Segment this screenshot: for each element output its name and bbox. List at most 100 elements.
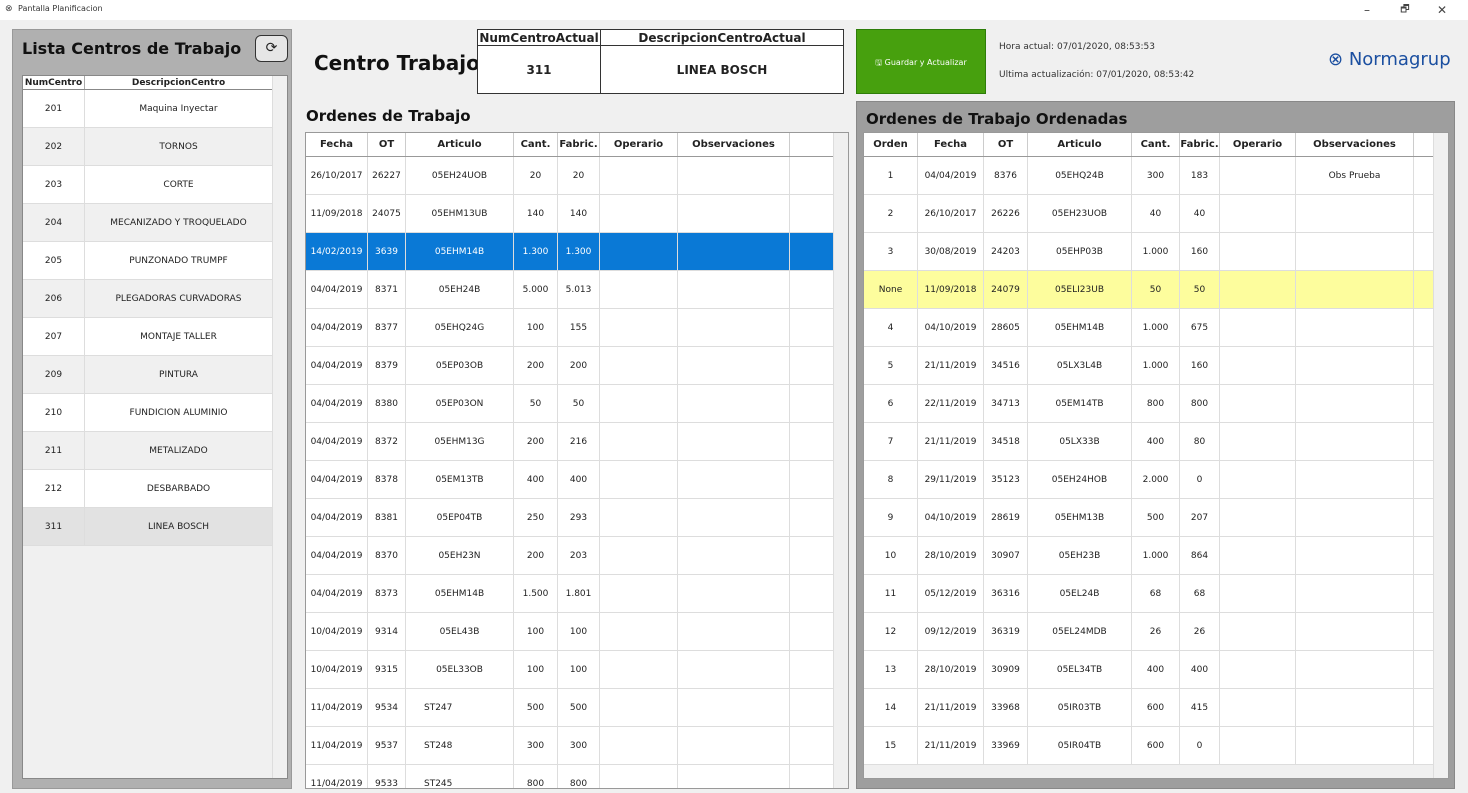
table-row[interactable]: 11/09/2018 24075 05EHM13UB 140 140 [306,195,848,233]
table-row[interactable]: 8 29/11/2019 35123 05EH24HOB 2.000 0 [864,461,1448,499]
cell-num-centro: 211 [23,432,85,469]
table-row[interactable]: 10/04/2019 9315 05EL33OB 100 100 [306,651,848,689]
column-header[interactable]: DescripcionCentro [85,76,273,89]
vertical-scrollbar[interactable] [272,76,287,778]
column-header[interactable]: Fabric. [558,133,600,156]
table-row[interactable]: 04/04/2019 8371 05EH24B 5.000 5.013 [306,271,848,309]
table-row[interactable]: 11 05/12/2019 36316 05EL24B 68 68 [864,575,1448,613]
column-header[interactable]: Operario [600,133,678,156]
table-row[interactable]: 14 21/11/2019 33968 05IR03TB 600 415 [864,689,1448,727]
ordered-work-orders-table[interactable]: Orden Fecha OT Articulo Cant. Fabric. Operario… [863,132,1449,779]
table-row[interactable]: 12 09/12/2019 36319 05EL24MDB 26 26 [864,613,1448,651]
column-header[interactable]: Cant. [1132,133,1180,156]
table-row[interactable]: 11/04/2019 9534 ST247 500 500 [306,689,848,727]
table-cell: 30907 [984,537,1028,574]
table-row[interactable]: 205 PUNZONADO TRUMPF [23,242,287,280]
table-cell [600,689,678,726]
table-row[interactable]: 5 21/11/2019 34516 05LX3L4B 1.000 160 [864,347,1448,385]
table-cell [1220,347,1296,384]
table-cell: 14/02/2019 [306,233,368,270]
table-row[interactable]: 2 26/10/2017 26226 05EH23UOB 40 40 [864,195,1448,233]
table-row[interactable]: 04/04/2019 8373 05EHM14B 1.500 1.801 [306,575,848,613]
table-cell [1296,309,1414,346]
table-row[interactable]: 6 22/11/2019 34713 05EM14TB 800 800 [864,385,1448,423]
table-row[interactable]: 209 PINTURA [23,356,287,394]
refresh-button[interactable]: ⟳ [255,35,288,62]
table-row[interactable]: 04/04/2019 8372 05EHM13G 200 216 [306,423,848,461]
column-header[interactable]: Operario [1220,133,1296,156]
table-row[interactable]: 206 PLEGADORAS CURVADORAS [23,280,287,318]
table-row[interactable]: 04/04/2019 8378 05EM13TB 400 400 [306,461,848,499]
cell-descripcion: LINEA BOSCH [85,508,273,545]
table-cell: 2 [864,195,918,232]
table-cell: 11/09/2018 [918,271,984,308]
column-header[interactable]: NumCentro [23,76,85,89]
vertical-scrollbar[interactable] [833,133,848,788]
cell-num-centro: 206 [23,280,85,317]
table-row[interactable]: 04/04/2019 8377 05EHQ24G 100 155 [306,309,848,347]
cell-descripcion: DESBARBADO [85,470,273,507]
cell-num-centro: 202 [23,128,85,165]
column-header[interactable]: Fecha [918,133,984,156]
column-header[interactable]: Observaciones [678,133,790,156]
table-row[interactable]: 202 TORNOS [23,128,287,166]
table-cell: 26/10/2017 [306,157,368,194]
column-header[interactable]: Articulo [1028,133,1132,156]
table-row[interactable]: 203 CORTE [23,166,287,204]
table-row[interactable]: 10 28/10/2019 30907 05EH23B 1.000 864 [864,537,1448,575]
maximize-button[interactable]: 🗗 [1388,1,1422,19]
table-cell: 1.000 [1132,309,1180,346]
save-and-refresh-button[interactable]: 🖫 Guardar y Actualizar [856,29,986,94]
column-header[interactable]: Fabric. [1180,133,1220,156]
table-cell: 20 [558,157,600,194]
table-row[interactable]: 04/04/2019 8380 05EP03ON 50 50 [306,385,848,423]
table-row[interactable]: 11/04/2019 9533 ST245 800 800 [306,765,848,788]
table-row[interactable]: 212 DESBARBADO [23,470,287,508]
table-row[interactable]: 04/04/2019 8379 05EP03OB 200 200 [306,347,848,385]
table-row[interactable]: 207 MONTAJE TALLER [23,318,287,356]
column-header[interactable]: Fecha [306,133,368,156]
table-row[interactable]: 3 30/08/2019 24203 05EHP03B 1.000 160 [864,233,1448,271]
table-row[interactable]: 201 Maquina Inyectar [23,90,287,128]
table-cell [678,233,790,270]
table-row[interactable]: 1 04/04/2019 8376 05EHQ24B 300 183 Obs Prueba [864,157,1448,195]
table-cell: 50 [514,385,558,422]
vertical-scrollbar[interactable] [1433,133,1448,778]
table-cell: 400 [1132,423,1180,460]
table-cell: 5 [864,347,918,384]
table-row[interactable]: 14/02/2019 3639 05EHM14B 1.300 1.300 [306,233,848,271]
table-row[interactable]: 7 21/11/2019 34518 05LX33B 400 80 [864,423,1448,461]
table-row[interactable]: 210 FUNDICION ALUMINIO [23,394,287,432]
table-row[interactable]: 204 MECANIZADO Y TROQUELADO [23,204,287,242]
table-row[interactable]: 13 28/10/2019 30909 05EL34TB 400 400 [864,651,1448,689]
column-header[interactable]: Cant. [514,133,558,156]
table-row[interactable]: 311 LINEA BOSCH [23,508,287,546]
table-row[interactable]: 10/04/2019 9314 05EL43B 100 100 [306,613,848,651]
table-row[interactable]: None 11/09/2018 24079 05ELI23UB 50 50 [864,271,1448,309]
table-row[interactable]: 04/04/2019 8370 05EH23N 200 203 [306,537,848,575]
close-button[interactable]: ✕ [1425,1,1459,19]
column-header[interactable]: OT [368,133,406,156]
minimize-button[interactable]: – [1350,1,1384,19]
column-header[interactable]: Observaciones [1296,133,1414,156]
table-row[interactable]: 26/10/2017 26227 05EH24UOB 20 20 [306,157,848,195]
table-cell: 11/09/2018 [306,195,368,232]
table-cell: 05EHQ24G [406,309,514,346]
work-orders-table[interactable]: Fecha OT Articulo Cant. Fabric. Operario Obser… [305,132,849,789]
table-row[interactable]: 4 04/10/2019 28605 05EHM14B 1.000 675 [864,309,1448,347]
column-header[interactable]: Orden [864,133,918,156]
table-row[interactable]: 211 METALIZADO [23,432,287,470]
table-row[interactable]: 11/04/2019 9537 ST248 300 300 [306,727,848,765]
table-cell: 8381 [368,499,406,536]
table-row[interactable]: 15 21/11/2019 33969 05IR04TB 600 0 [864,727,1448,765]
table-cell: 05EHM14B [1028,309,1132,346]
table-cell: 200 [514,423,558,460]
table-cell: 05EM14TB [1028,385,1132,422]
table-cell: 05EP04TB [406,499,514,536]
column-header[interactable]: OT [984,133,1028,156]
table-row[interactable]: 9 04/10/2019 28619 05EHM13B 500 207 [864,499,1448,537]
column-header[interactable]: Articulo [406,133,514,156]
cell-descripcion: Maquina Inyectar [85,90,273,127]
work-centers-table[interactable]: NumCentro DescripcionCentro 201 Maquina I… [22,75,288,779]
table-row[interactable]: 04/04/2019 8381 05EP04TB 250 293 [306,499,848,537]
